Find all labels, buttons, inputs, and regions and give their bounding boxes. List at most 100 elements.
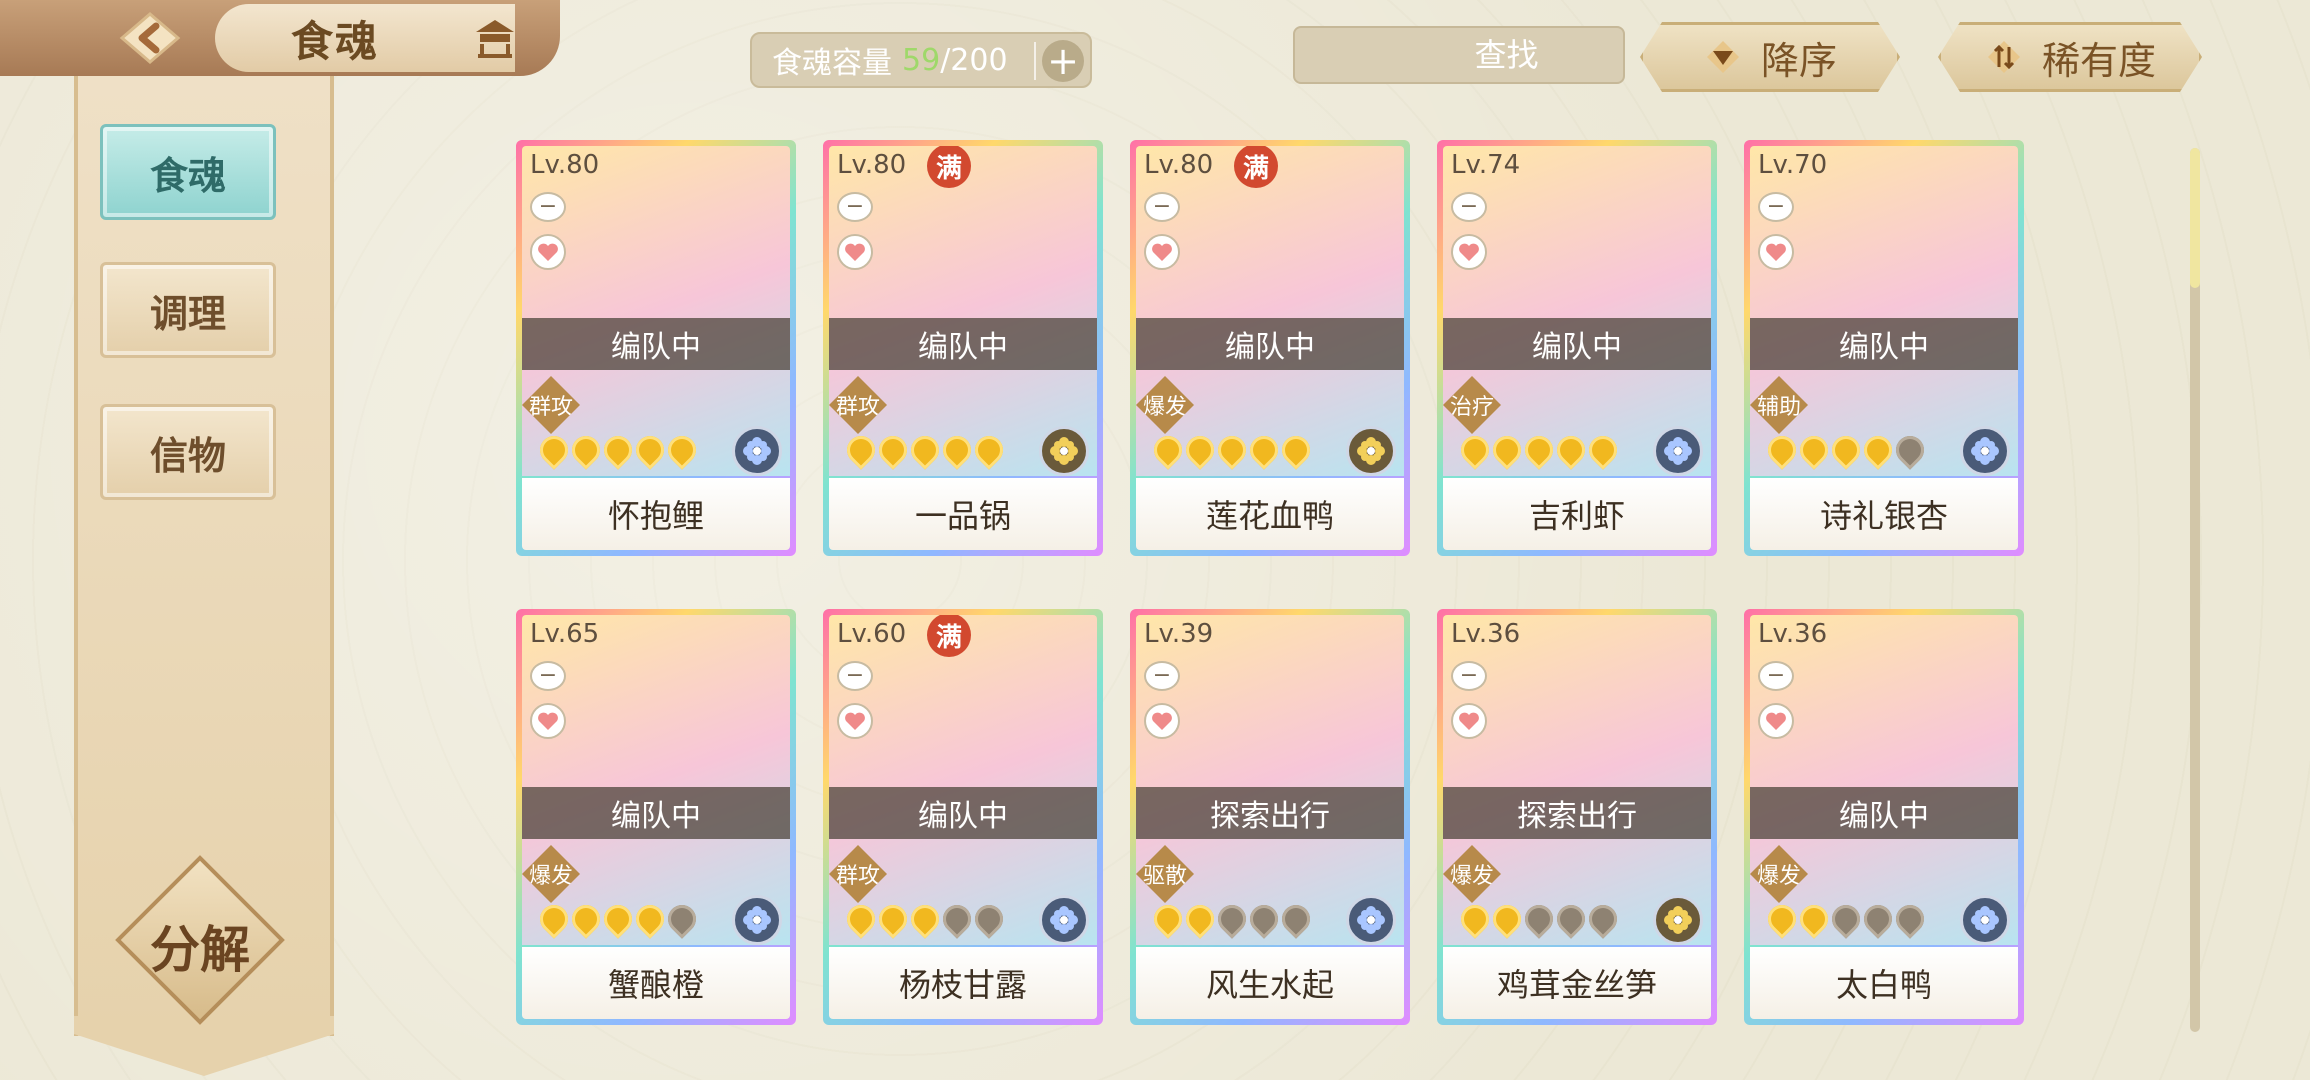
heart-icon[interactable]: [530, 703, 566, 739]
flower-element-icon: [1960, 426, 2010, 476]
scrollbar[interactable]: [2190, 148, 2200, 1032]
tab-tokens[interactable]: 信物: [100, 404, 276, 500]
card-inner: Lv.39 − 探索出行 驱散 风生水起: [1136, 615, 1404, 1019]
rarity-star-icon: [1583, 899, 1623, 939]
food-soul-card[interactable]: Lv.80 满 − 编队中 群攻 一品锅: [823, 140, 1103, 556]
food-soul-card[interactable]: Lv.36 − 探索出行 爆发 鸡茸金丝笋: [1437, 609, 1717, 1025]
crown-icon[interactable]: [470, 14, 520, 60]
card-status: 探索出行: [1136, 787, 1404, 839]
minus-icon[interactable]: −: [1144, 192, 1180, 222]
food-soul-card[interactable]: Lv.36 − 编队中 爆发 太白鸭: [1744, 609, 2024, 1025]
rarity-star-icon: [969, 430, 1009, 470]
card-level: Lv.36: [1451, 619, 1521, 649]
rarity-star-icon: [841, 899, 881, 939]
food-soul-card[interactable]: Lv.65 − 编队中 爆发 蟹酿橙: [516, 609, 796, 1025]
rarity-star-icon: [1858, 430, 1898, 470]
heart-icon[interactable]: [1451, 703, 1487, 739]
rarity-star-icon: [1212, 430, 1252, 470]
tab-conditioning[interactable]: 调理: [100, 262, 276, 358]
decompose-label: 分解: [150, 921, 250, 979]
rarity-star-icon: [662, 430, 702, 470]
expand-capacity-button[interactable]: +: [1042, 40, 1084, 82]
rarity-star-icon: [1551, 899, 1591, 939]
rarity-star-icon: [598, 430, 638, 470]
minus-icon[interactable]: −: [1758, 661, 1794, 691]
heart-icon[interactable]: [1451, 234, 1487, 270]
search-box[interactable]: [1293, 26, 1706, 84]
rarity-star-icon: [1180, 430, 1220, 470]
rarity-stars: [1762, 430, 1930, 470]
rarity-star-icon: [534, 899, 574, 939]
rarity-star-icon: [1519, 430, 1559, 470]
minus-icon[interactable]: −: [837, 661, 873, 691]
card-name: 吉利虾: [1443, 478, 1711, 550]
heart-icon[interactable]: [530, 234, 566, 270]
tab-food-souls[interactable]: 食魂: [100, 124, 276, 220]
rarity-star-icon: [1487, 899, 1527, 939]
rarity-stars: [1455, 899, 1623, 939]
heart-icon[interactable]: [1144, 703, 1180, 739]
minus-icon[interactable]: −: [1451, 192, 1487, 222]
rarity-star-icon: [566, 430, 606, 470]
card-name: 杨枝甘露: [829, 947, 1097, 1019]
food-soul-card[interactable]: Lv.39 − 探索出行 驱散 风生水起: [1130, 609, 1410, 1025]
card-status: 编队中: [1136, 318, 1404, 370]
rarity-star-icon: [1148, 899, 1188, 939]
heart-icon[interactable]: [1758, 234, 1794, 270]
card-status: 编队中: [829, 318, 1097, 370]
minus-icon[interactable]: −: [530, 661, 566, 691]
max-badge: 满: [1234, 146, 1278, 188]
back-button[interactable]: [110, 8, 190, 68]
max-badge: 满: [927, 146, 971, 188]
sort-toggle-icon: [1984, 37, 2024, 77]
flower-element-icon: [1653, 426, 1703, 476]
capacity-separator: /: [940, 42, 951, 78]
rarity-stars: [534, 899, 702, 939]
minus-icon[interactable]: −: [1144, 661, 1180, 691]
minus-icon[interactable]: −: [1451, 661, 1487, 691]
food-soul-card[interactable]: Lv.74 − 编队中 治疗 吉利虾: [1437, 140, 1717, 556]
card-name: 蟹酿橙: [522, 947, 790, 1019]
capacity-label: 食魂容量: [772, 46, 892, 81]
sort-rarity-label: 稀有度: [2041, 38, 2156, 83]
rarity-star-icon: [1890, 899, 1930, 939]
page-title: 食魂: [290, 16, 379, 66]
heart-icon[interactable]: [1758, 703, 1794, 739]
food-soul-card[interactable]: Lv.80 − 编队中 群攻 怀抱鲤: [516, 140, 796, 556]
rarity-star-icon: [873, 899, 913, 939]
heart-icon[interactable]: [837, 703, 873, 739]
heart-icon[interactable]: [1144, 234, 1180, 270]
sort-rarity-button[interactable]: 稀有度: [1938, 22, 2202, 92]
card-level: Lv.80: [530, 150, 600, 180]
card-status: 编队中: [829, 787, 1097, 839]
card-status: 编队中: [1750, 787, 2018, 839]
rarity-star-icon: [1455, 430, 1495, 470]
card-inner: Lv.70 − 编队中 辅助 诗礼银杏: [1750, 146, 2018, 550]
flower-element-icon: [1039, 426, 1089, 476]
minus-icon[interactable]: −: [1758, 192, 1794, 222]
card-inner: Lv.74 − 编队中 治疗 吉利虾: [1443, 146, 1711, 550]
card-inner: Lv.80 满 − 编队中 群攻 一品锅: [829, 146, 1097, 550]
rarity-star-icon: [598, 899, 638, 939]
food-soul-card[interactable]: Lv.80 满 − 编队中 爆发 莲花血鸭: [1130, 140, 1410, 556]
rarity-star-icon: [1455, 899, 1495, 939]
sort-order-button[interactable]: 降序: [1640, 22, 1900, 92]
minus-icon[interactable]: −: [530, 192, 566, 222]
rarity-star-icon: [566, 899, 606, 939]
food-soul-card[interactable]: Lv.70 − 编队中 辅助 诗礼银杏: [1744, 140, 2024, 556]
card-name: 诗礼银杏: [1750, 478, 2018, 550]
decompose-button[interactable]: 分解: [115, 855, 285, 1025]
heart-icon[interactable]: [837, 234, 873, 270]
capacity-current: 59: [902, 42, 941, 78]
rarity-star-icon: [1487, 430, 1527, 470]
tab-label: 食魂: [149, 153, 226, 198]
minus-icon[interactable]: −: [837, 192, 873, 222]
capacity-divider: [1034, 42, 1036, 80]
card-status: 探索出行: [1443, 787, 1711, 839]
card-status: 编队中: [1443, 318, 1711, 370]
food-soul-card[interactable]: Lv.60 满 − 编队中 群攻 杨枝甘露: [823, 609, 1103, 1025]
back-arrow-icon: [119, 12, 181, 64]
rarity-star-icon: [1794, 899, 1834, 939]
card-level: Lv.70: [1758, 150, 1828, 180]
scrollbar-thumb[interactable]: [2190, 148, 2200, 288]
